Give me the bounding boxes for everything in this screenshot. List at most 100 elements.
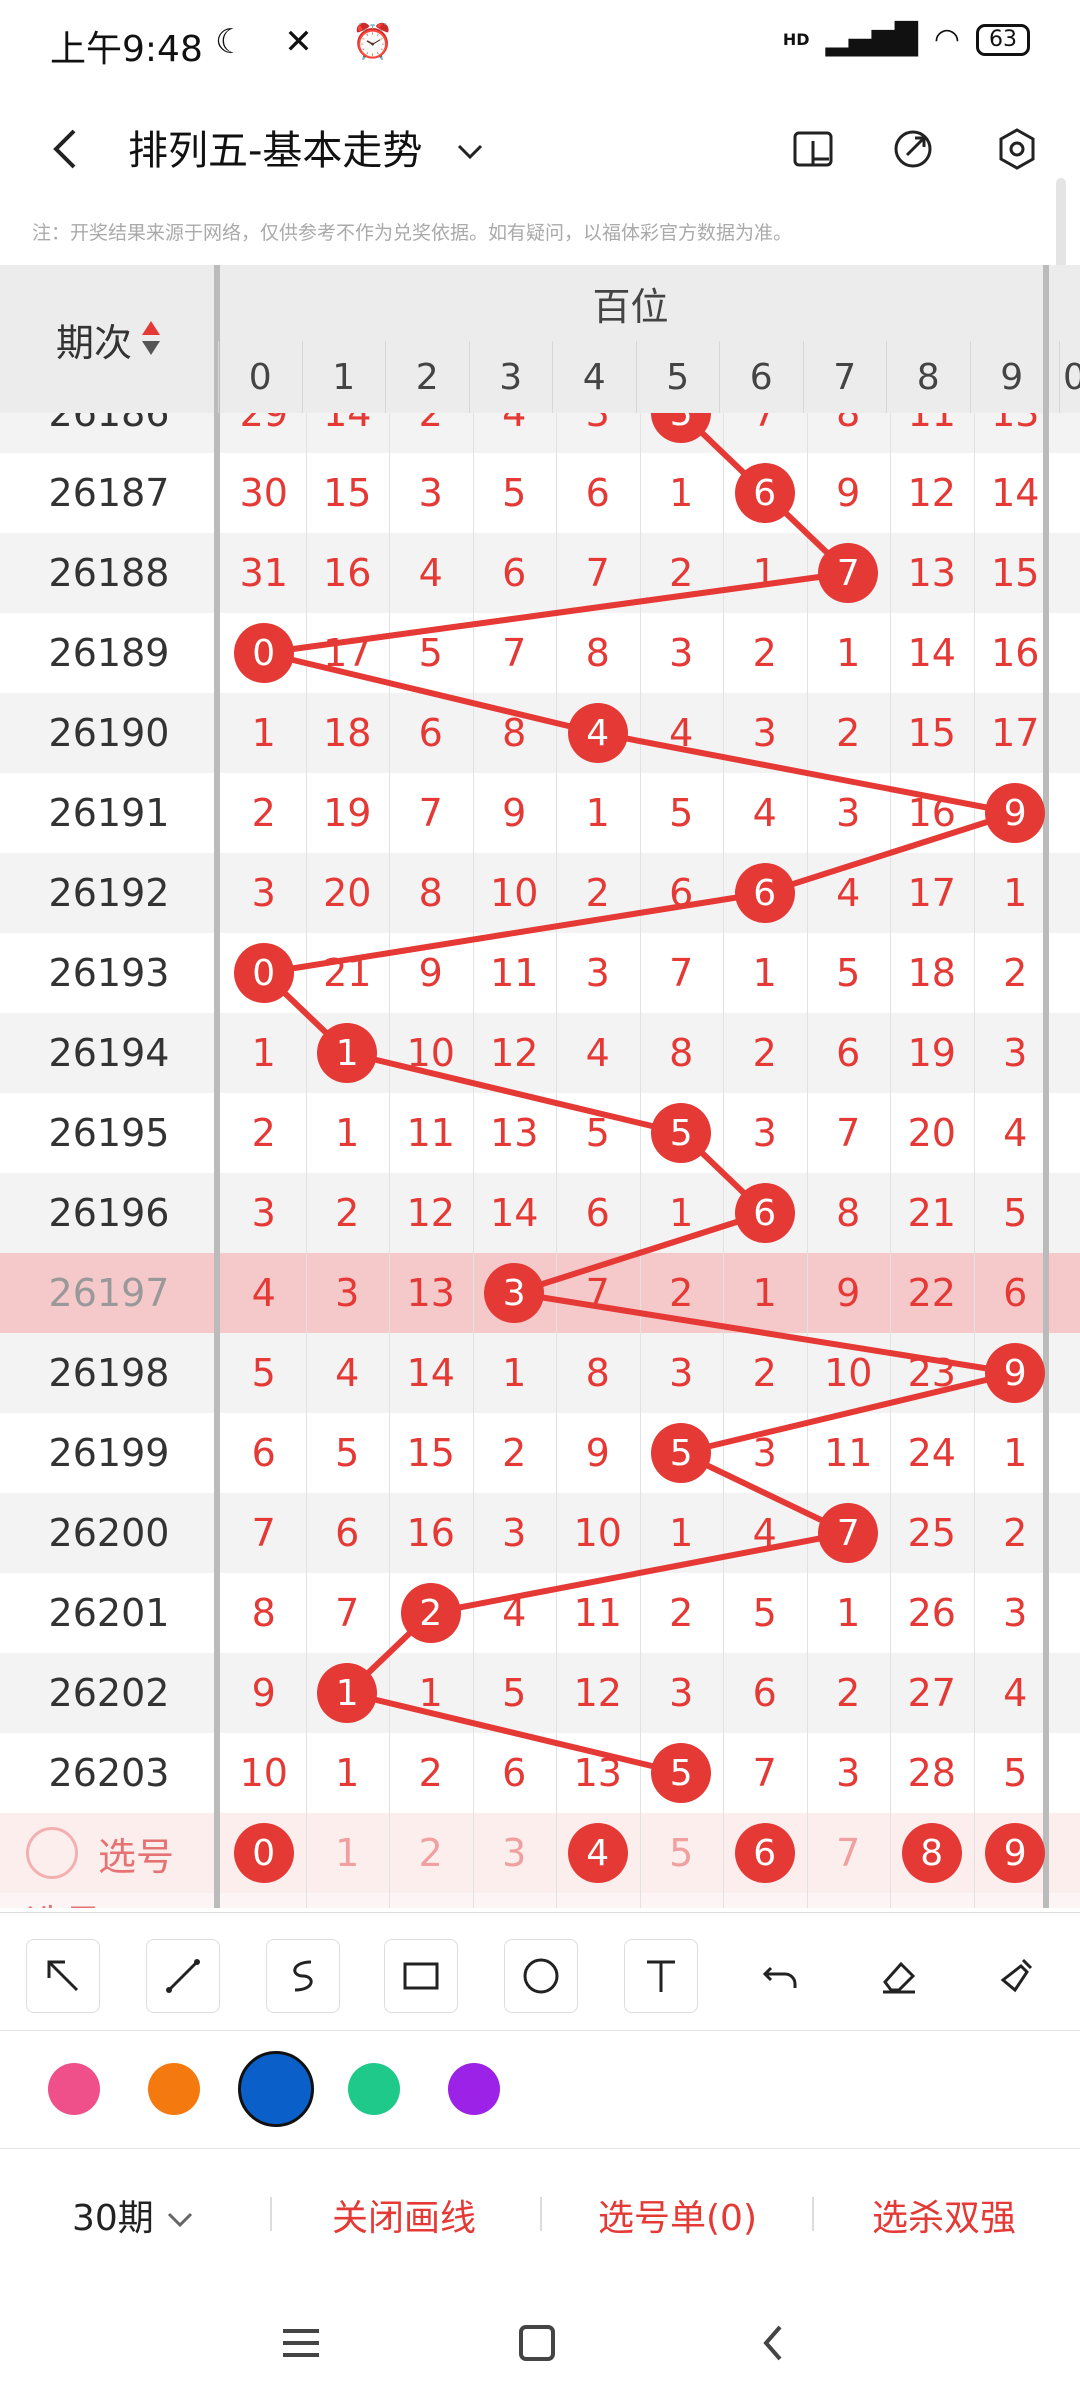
chevron-down-icon: [168, 2212, 193, 2228]
omission-value: 4: [335, 1351, 360, 1395]
selected-digit-ball[interactable]: 4: [567, 1823, 628, 1883]
table-row: 26199 6 5 15 2 9 5 3 11 24 1: [0, 1413, 1080, 1493]
omission-value: 19: [907, 1031, 956, 1075]
select-digit[interactable]: 5: [640, 1813, 724, 1893]
color-swatch-blue-selected[interactable]: [238, 2051, 314, 2127]
omission-value: 13: [907, 551, 956, 595]
omission-value: 10: [824, 1351, 873, 1395]
omission-value: 4: [251, 1271, 276, 1315]
omission-value: 3: [752, 1431, 777, 1475]
select-digit[interactable]: 2: [389, 1813, 473, 1893]
omission-value: 4: [669, 711, 694, 755]
line-tool-button[interactable]: [146, 1939, 220, 2013]
header-bar: 排列五-基本走势: [0, 92, 1080, 202]
omission-value: 2: [836, 1671, 861, 1715]
drawn-number-ball: 2: [400, 1583, 461, 1643]
omission-value: 14: [907, 631, 956, 675]
omission-value: 2: [335, 1191, 360, 1235]
color-swatch-green[interactable]: [348, 2063, 400, 2115]
color-swatch-pink[interactable]: [48, 2063, 100, 2115]
home-nav-button[interactable]: [502, 2308, 572, 2378]
omission-value: 12: [406, 1191, 455, 1235]
table-row: 26194 1 1 10 12 4 8 2 6 19 3: [0, 1013, 1080, 1093]
battery-indicator: 63: [976, 23, 1030, 56]
omission-value: 14: [323, 413, 372, 435]
page-title[interactable]: 排列五-基本走势: [128, 118, 487, 176]
selected-digit-ball[interactable]: 8: [901, 1823, 962, 1883]
circle-icon: [523, 1958, 559, 1994]
color-swatch-orange[interactable]: [148, 2063, 200, 2115]
omission-value: 18: [907, 951, 956, 995]
share-button[interactable]: [878, 114, 948, 184]
back-nav-button[interactable]: [738, 2308, 808, 2378]
omission-value: 8: [251, 1591, 276, 1635]
omission-value: 7: [335, 1591, 360, 1635]
back-arrow-icon: [53, 129, 76, 169]
omission-value: 5: [418, 631, 443, 675]
menu-nav-button[interactable]: [266, 2308, 336, 2378]
omission-value: 2: [251, 1111, 276, 1155]
select-circle-icon: [26, 1827, 78, 1879]
period-label: 30期: [72, 2198, 154, 2239]
select-digit[interactable]: 3: [473, 1813, 557, 1893]
select-number-row: 选号 0 1 2 3 4 5 6 7 8 9: [0, 1813, 1080, 1893]
issue-number: 26196: [48, 1191, 170, 1235]
issue-number: 26195: [48, 1111, 170, 1155]
drawn-number-ball: 6: [734, 1183, 795, 1243]
select-row-label[interactable]: 选号: [0, 1813, 218, 1893]
period-selector[interactable]: 30期: [72, 2189, 195, 2241]
screen-split-button[interactable]: [778, 114, 848, 184]
back-triangle-icon: [763, 2325, 782, 2361]
selected-digit-ball[interactable]: 6: [734, 1823, 795, 1883]
omission-value: 25: [907, 1511, 956, 1555]
eraser-button[interactable]: [862, 1939, 936, 2013]
select-row2-label[interactable]: 选号: [0, 1893, 218, 1908]
arrow-tool-icon: [47, 1960, 79, 1992]
omission-value: 3: [585, 413, 610, 435]
omission-value: 5: [669, 791, 694, 835]
issue-number: 26190: [48, 711, 170, 755]
clear-button[interactable]: [980, 1939, 1054, 2013]
issue-column-divider: [214, 413, 220, 1908]
filter-button[interactable]: 选杀双强: [872, 2189, 1016, 2241]
omission-value: 9: [836, 1271, 861, 1315]
select-digit[interactable]: 7: [807, 1813, 891, 1893]
color-swatch-purple[interactable]: [448, 2063, 500, 2115]
omission-value: 2: [585, 871, 610, 915]
issue-number: 26198: [48, 1351, 170, 1395]
omission-value: 1: [502, 1351, 527, 1395]
bottom-action-bar: 30期 关闭画线 选号单(0) 选杀双强: [0, 2148, 1080, 2278]
selected-digit-ball[interactable]: 9: [985, 1823, 1046, 1883]
omission-value: 4: [418, 551, 443, 595]
rectangle-tool-button[interactable]: [384, 1939, 458, 2013]
text-tool-icon: [647, 1960, 675, 1992]
settings-button[interactable]: [982, 114, 1052, 184]
table-row: 26187 30 15 3 5 6 1 6 9 12 14: [0, 453, 1080, 533]
issue-column-header[interactable]: 期次: [0, 265, 218, 413]
column-gridline: [305, 413, 307, 1908]
omission-value: 2: [669, 1591, 694, 1635]
omission-value: 9: [502, 791, 527, 835]
circle-tool-button[interactable]: [504, 1939, 578, 2013]
selected-digit-ball[interactable]: 0: [233, 1823, 294, 1883]
eraser-icon: [883, 1961, 916, 1994]
select-digit[interactable]: 1: [306, 1813, 390, 1893]
close-drawing-button[interactable]: 关闭画线: [332, 2189, 476, 2241]
issue-number: 26194: [48, 1031, 170, 1075]
pick-list-button[interactable]: 选号单(0): [598, 2189, 757, 2241]
group-divider: [1043, 413, 1049, 1908]
signal-icon: ▂▄▆█: [825, 22, 918, 57]
arrow-tool-button[interactable]: [26, 1939, 100, 2013]
back-button[interactable]: [30, 114, 100, 184]
curve-tool-button[interactable]: [266, 1939, 340, 2013]
omission-value: 7: [669, 951, 694, 995]
omission-value: 6: [418, 711, 443, 755]
page-title-text: 排列五-基本走势: [128, 128, 423, 174]
issue-number: 26193: [48, 951, 170, 995]
omission-value: 2: [669, 1271, 694, 1315]
omission-value: 2: [502, 1431, 527, 1475]
omission-value: 6: [669, 871, 694, 915]
undo-button[interactable]: [744, 1939, 818, 2013]
omission-value: 8: [585, 1351, 610, 1395]
text-tool-button[interactable]: [624, 1939, 698, 2013]
